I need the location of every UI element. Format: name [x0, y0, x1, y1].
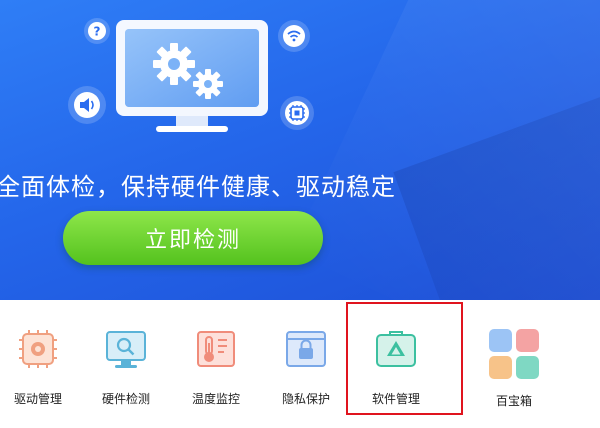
- hero-headline: 全面体检，保持硬件健康、驱动稳定: [0, 173, 396, 201]
- tool-label: 温度监控: [191, 392, 240, 406]
- hero-banner: ? 全面体检，保持硬件健康、驱动稳定 立即检测: [0, 0, 600, 300]
- tool-hardware-check[interactable]: 硬件检测: [86, 326, 166, 407]
- tool-toolbox[interactable]: 百宝箱: [474, 326, 554, 409]
- tool-label: 百宝箱: [495, 394, 532, 408]
- toolbox-grid-icon: [489, 329, 539, 379]
- software-bag-icon: [376, 331, 416, 367]
- thermometer-icon: [197, 331, 235, 367]
- tool-software-management[interactable]: 软件管理: [356, 326, 436, 407]
- speaker-icon: [68, 86, 106, 124]
- tool-bar: 驱动管理 硬件检测 温度监控 隐私保护 软件管理 百宝箱: [0, 300, 600, 428]
- tool-label: 软件管理: [371, 392, 420, 406]
- tool-driver-management[interactable]: 驱动管理: [0, 326, 78, 407]
- tool-label: 驱动管理: [13, 392, 62, 406]
- chip-icon: [280, 96, 314, 130]
- tool-privacy-protection[interactable]: 隐私保护: [266, 326, 346, 407]
- monitor-gears-icon: [116, 20, 268, 132]
- help-icon: ?: [84, 18, 110, 44]
- lock-window-icon: [286, 331, 326, 367]
- svg-text:?: ?: [94, 25, 101, 39]
- tool-temperature-monitor[interactable]: 温度监控: [176, 326, 256, 407]
- scan-now-button[interactable]: 立即检测: [63, 211, 323, 265]
- chip-gear-icon: [19, 330, 57, 368]
- monitor-search-icon: [106, 331, 146, 368]
- tool-label: 隐私保护: [281, 392, 330, 406]
- tool-label: 硬件检测: [101, 392, 150, 406]
- wifi-icon: [278, 20, 310, 52]
